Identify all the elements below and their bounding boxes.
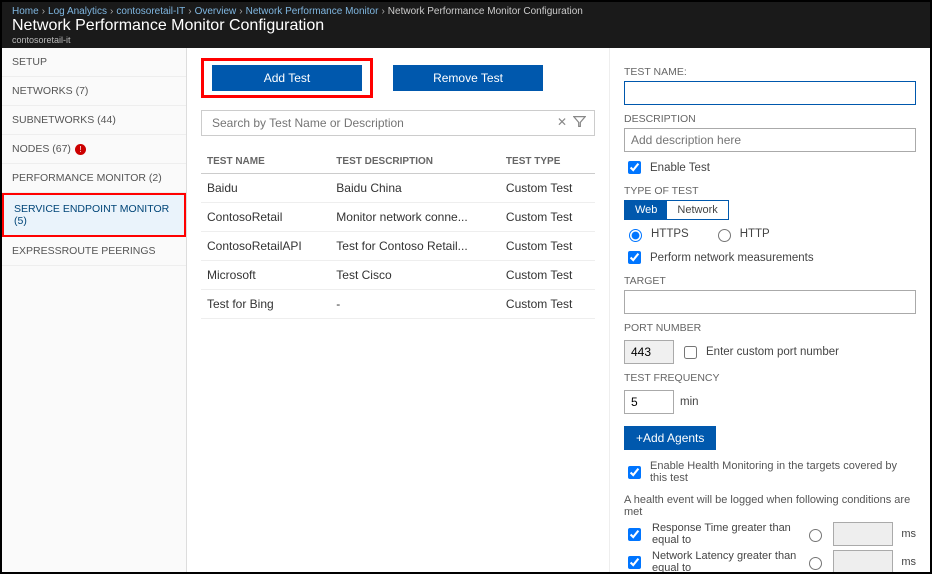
center-panel: Add Test Remove Test ✕ TEST NAME TEST DE… [187, 48, 610, 572]
custom-port-checkbox[interactable] [684, 346, 697, 359]
breadcrumb-sep: › [110, 6, 113, 17]
proto-http-label: HTTP [740, 228, 770, 240]
breadcrumb-item[interactable]: Network Performance Monitor [246, 6, 379, 17]
port-label: PORT NUMBER [624, 322, 916, 334]
cell-type: Custom Test [500, 290, 595, 319]
frequency-unit: min [680, 396, 699, 408]
add-test-button[interactable]: Add Test [212, 65, 362, 91]
cell-name: Test for Bing [201, 290, 330, 319]
table-row[interactable]: ContosoRetailAPITest for Contoso Retail.… [201, 232, 595, 261]
cell-desc: - [330, 290, 500, 319]
col-test-name[interactable]: TEST NAME [201, 146, 330, 174]
table-row[interactable]: Test for Bing-Custom Test [201, 290, 595, 319]
topbar: Home›Log Analytics›contosoretail-IT›Over… [2, 2, 930, 48]
breadcrumb-sep: › [239, 6, 242, 17]
type-of-test-toggle: Web Network [624, 200, 729, 220]
target-input[interactable] [624, 290, 916, 314]
cell-desc: Monitor network conne... [330, 203, 500, 232]
port-input[interactable] [624, 340, 674, 364]
cond2-label: Network Latency greater than equal to [652, 550, 796, 572]
table-row[interactable]: BaiduBaidu ChinaCustom Test [201, 174, 595, 203]
description-label: DESCRIPTION [624, 113, 916, 125]
cell-type: Custom Test [500, 203, 595, 232]
remove-test-button[interactable]: Remove Test [393, 65, 543, 91]
cond2-value[interactable] [833, 550, 893, 572]
custom-port-label: Enter custom port number [706, 346, 839, 358]
description-input[interactable] [624, 128, 916, 152]
enable-test-label: Enable Test [650, 162, 710, 174]
cond2-unit: ms [901, 556, 916, 568]
sidebar-item[interactable]: SUBNETWORKS (44) [2, 106, 186, 135]
col-test-type[interactable]: TEST TYPE [500, 146, 595, 174]
search-input[interactable] [210, 115, 557, 131]
proto-http-radio[interactable] [718, 229, 731, 242]
cond1-unit: ms [901, 528, 916, 540]
target-label: TARGET [624, 275, 916, 287]
type-of-test-label: TYPE OF TEST [624, 185, 916, 197]
cell-type: Custom Test [500, 261, 595, 290]
breadcrumb-sep: › [188, 6, 191, 17]
cell-type: Custom Test [500, 232, 595, 261]
proto-https-label: HTTPS [651, 228, 689, 240]
clear-icon[interactable]: ✕ [557, 115, 567, 131]
sidebar-item[interactable]: SERVICE ENDPOINT MONITOR (5) [2, 193, 186, 237]
perform-measurements-label: Perform network measurements [650, 252, 814, 264]
enable-health-checkbox[interactable] [628, 466, 641, 479]
cell-type: Custom Test [500, 174, 595, 203]
sidebar: SETUPNETWORKS (7)SUBNETWORKS (44)NODES (… [2, 48, 187, 572]
page-title: Network Performance Monitor Configuratio… [12, 17, 920, 35]
cell-name: Baidu [201, 174, 330, 203]
search-box[interactable]: ✕ [201, 110, 595, 136]
cond1-checkbox[interactable] [628, 528, 641, 541]
breadcrumb: Home›Log Analytics›contosoretail-IT›Over… [12, 6, 920, 17]
tests-tbody: BaiduBaidu ChinaCustom TestContosoRetail… [201, 174, 595, 319]
enable-test-checkbox[interactable] [628, 161, 641, 174]
perform-measurements-checkbox[interactable] [628, 251, 641, 264]
cell-name: ContosoRetail [201, 203, 330, 232]
cell-name: ContosoRetailAPI [201, 232, 330, 261]
sidebar-item[interactable]: EXPRESSROUTE PEERINGS [2, 237, 186, 266]
frequency-input[interactable] [624, 390, 674, 414]
test-name-input[interactable] [624, 81, 916, 105]
breadcrumb-item[interactable]: Log Analytics [48, 6, 107, 17]
proto-https-radio[interactable] [629, 229, 642, 242]
breadcrumb-item[interactable]: contosoretail-IT [116, 6, 185, 17]
table-row[interactable]: MicrosoftTest CiscoCustom Test [201, 261, 595, 290]
breadcrumb-item: Network Performance Monitor Configuratio… [388, 6, 583, 17]
cell-desc: Baidu China [330, 174, 500, 203]
cond2-radio[interactable] [809, 557, 822, 570]
cond1-label: Response Time greater than equal to [652, 522, 796, 546]
health-desc: A health event will be logged when follo… [624, 494, 916, 518]
add-test-highlight: Add Test [201, 58, 373, 98]
cond1-value[interactable] [833, 522, 893, 546]
breadcrumb-item[interactable]: Home [12, 6, 39, 17]
sidebar-item[interactable]: SETUP [2, 48, 186, 77]
cell-name: Microsoft [201, 261, 330, 290]
breadcrumb-sep: › [42, 6, 45, 17]
cond1-radio[interactable] [809, 529, 822, 542]
tab-network[interactable]: Network [667, 201, 727, 219]
breadcrumb-item[interactable]: Overview [195, 6, 237, 17]
alert-icon: ! [75, 144, 86, 155]
sidebar-item[interactable]: PERFORMANCE MONITOR (2) [2, 164, 186, 193]
cell-desc: Test for Contoso Retail... [330, 232, 500, 261]
add-agents-button[interactable]: +Add Agents [624, 426, 716, 450]
table-row[interactable]: ContosoRetailMonitor network conne...Cus… [201, 203, 595, 232]
tests-table: TEST NAME TEST DESCRIPTION TEST TYPE Bai… [201, 146, 595, 319]
right-panel: TEST NAME: DESCRIPTION Enable Test TYPE … [610, 48, 930, 572]
enable-health-label: Enable Health Monitoring in the targets … [650, 460, 916, 484]
frequency-label: TEST FREQUENCY [624, 372, 916, 384]
breadcrumb-sep: › [381, 6, 384, 17]
cond2-checkbox[interactable] [628, 556, 641, 569]
sidebar-item[interactable]: NODES (67)! [2, 135, 186, 164]
cell-desc: Test Cisco [330, 261, 500, 290]
page-subtitle: contosoretail-it [12, 35, 920, 45]
filter-icon[interactable] [573, 115, 586, 131]
sidebar-item[interactable]: NETWORKS (7) [2, 77, 186, 106]
test-name-label: TEST NAME: [624, 66, 916, 78]
col-test-desc[interactable]: TEST DESCRIPTION [330, 146, 500, 174]
tab-web[interactable]: Web [625, 201, 667, 219]
